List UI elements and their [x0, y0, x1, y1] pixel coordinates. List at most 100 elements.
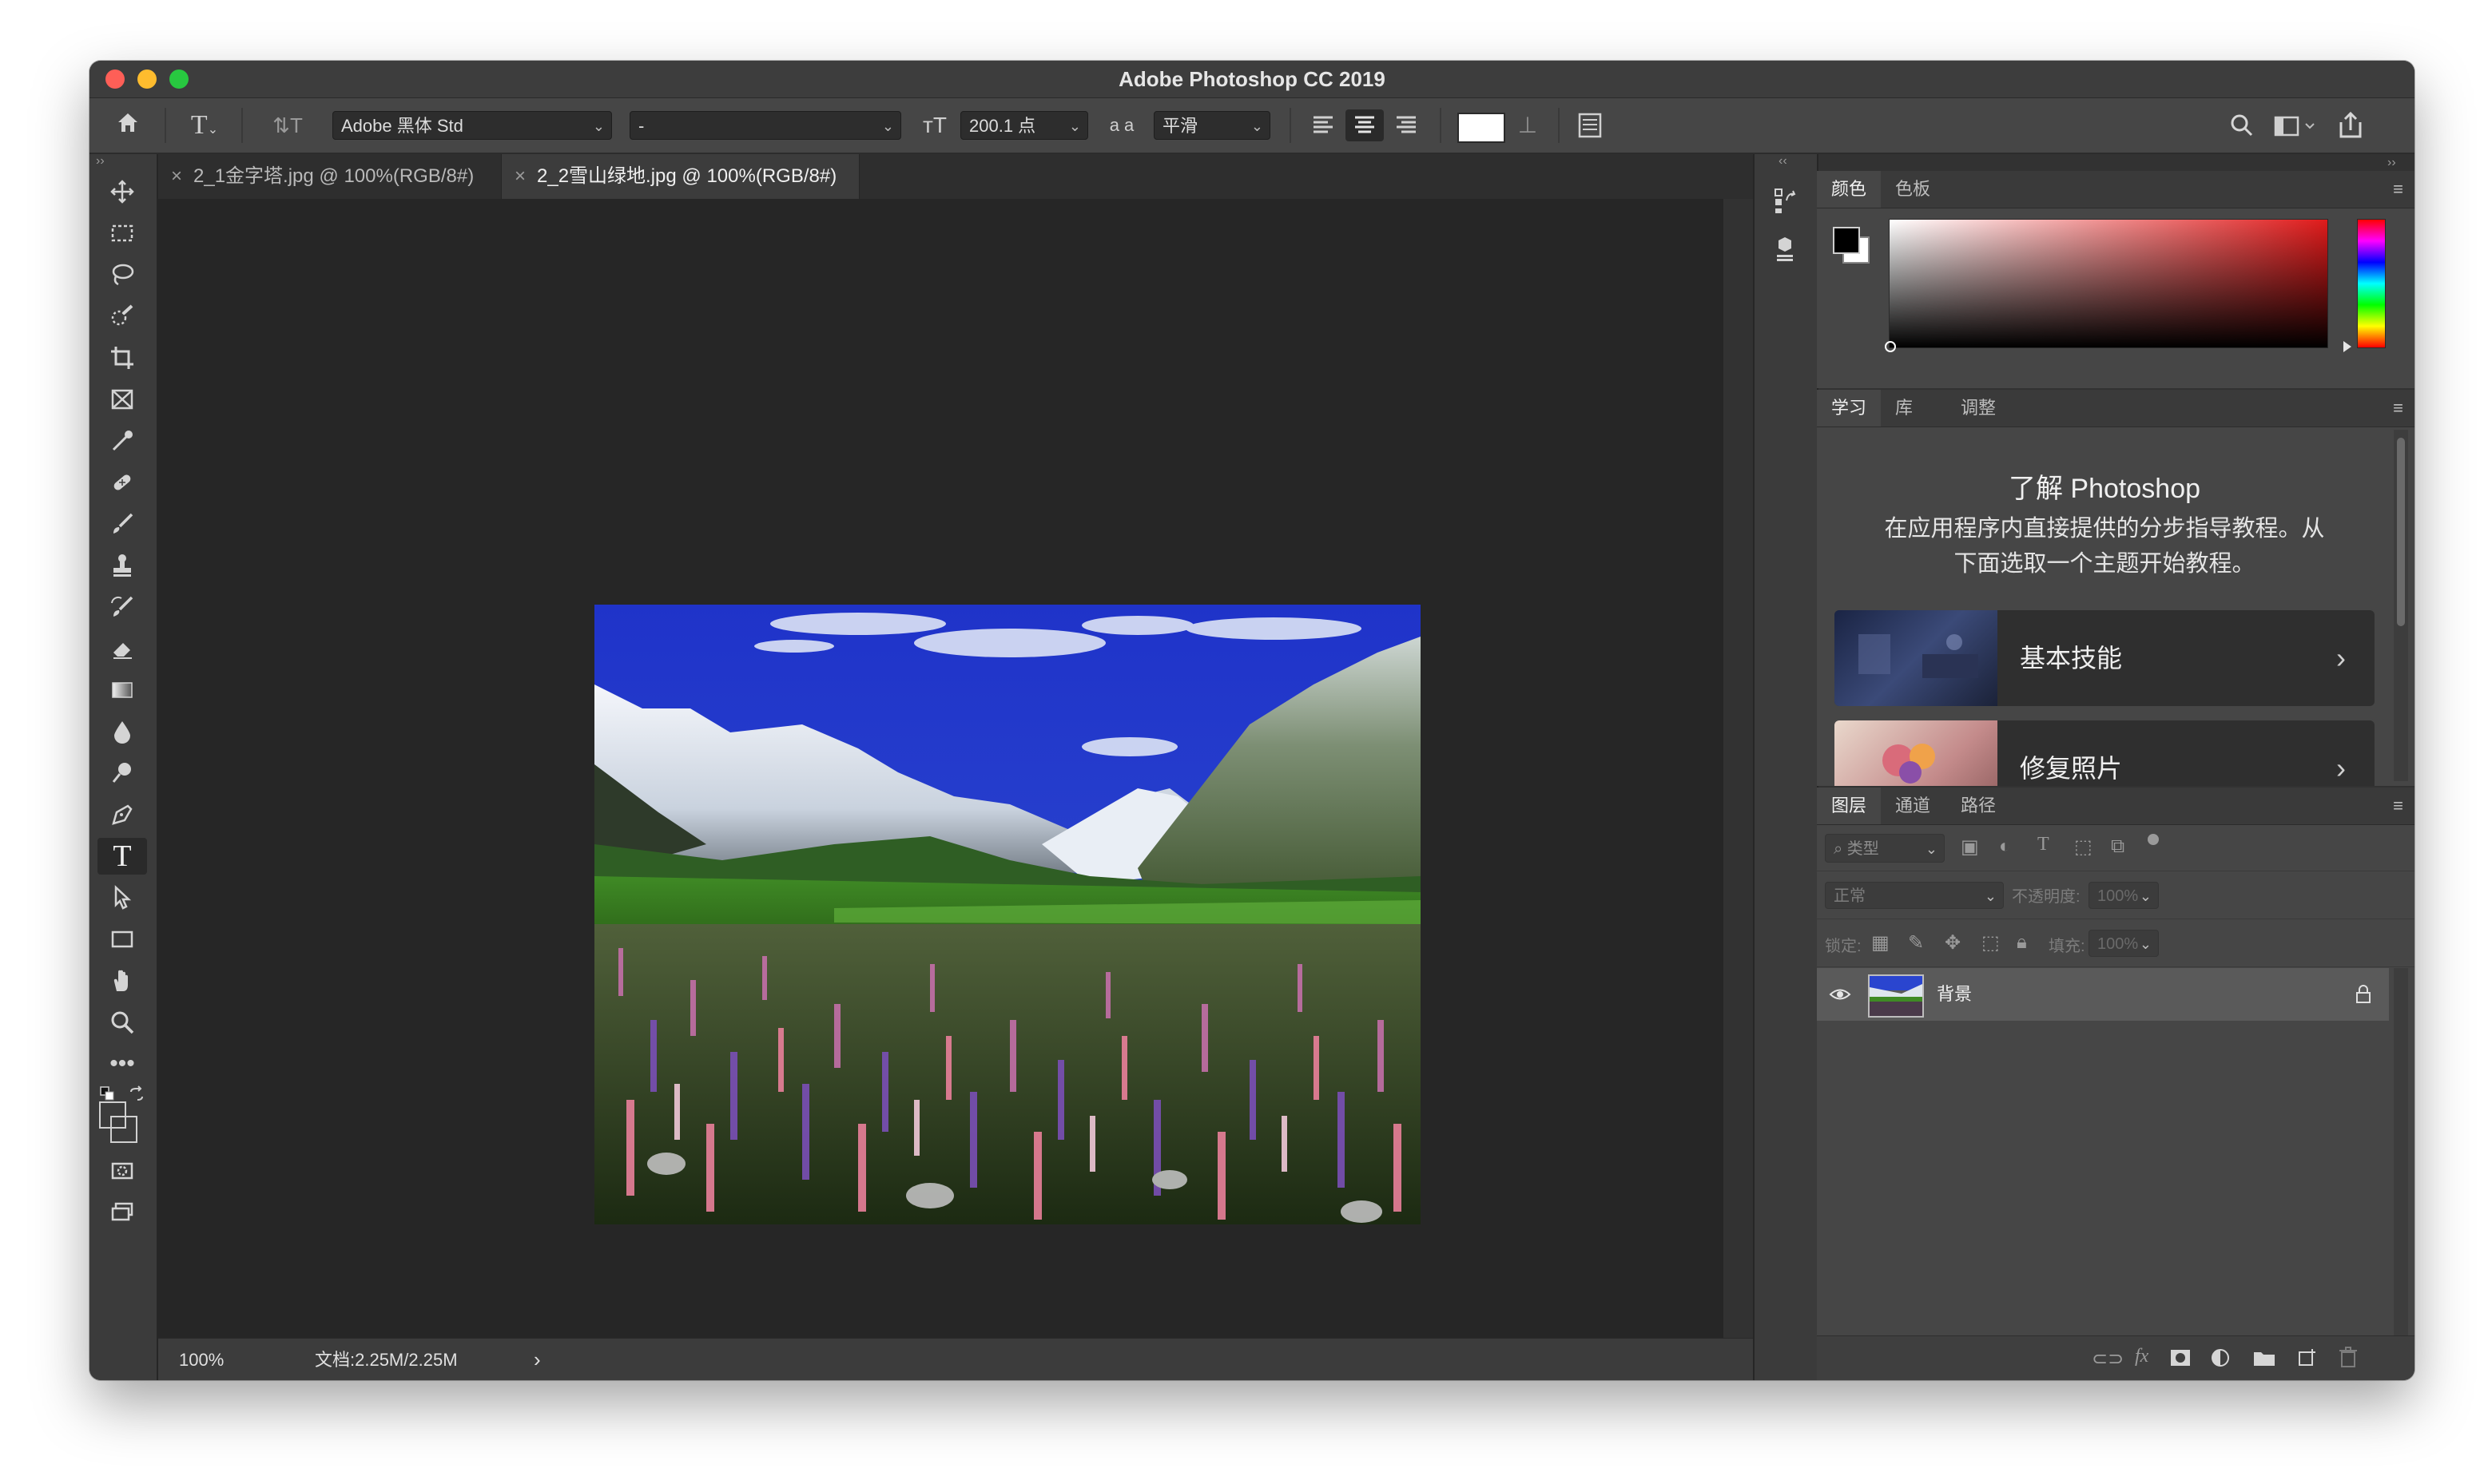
home-icon[interactable] — [110, 109, 145, 141]
learn-card-basic-skills[interactable]: 基本技能 › — [1834, 610, 2375, 706]
filter-toggle-icon[interactable] — [2148, 834, 2159, 845]
tab-document-2[interactable]: × 2_2雪山绿地.jpg @ 100%(RGB/8#) — [502, 154, 860, 199]
zoom-tool-icon[interactable] — [97, 1004, 147, 1041]
antialias-select[interactable]: 平滑 ⌄ — [1154, 111, 1270, 140]
color-picker-marker[interactable] — [1885, 341, 1896, 352]
layer-filter-select[interactable]: ⌕ 类型 ⌄ — [1825, 834, 1945, 863]
font-style-select[interactable]: - ⌄ — [630, 111, 901, 140]
gradient-tool-icon[interactable] — [97, 672, 147, 708]
tab-adjustments[interactable]: 调整 — [1946, 390, 2010, 427]
close-tab-icon[interactable]: × — [171, 165, 182, 187]
fill-input[interactable]: 100% ⌄ — [2089, 930, 2159, 957]
tab-color[interactable]: 颜色 — [1817, 171, 1882, 208]
new-layer-icon[interactable] — [2296, 1347, 2317, 1368]
font-size-select[interactable]: 200.1 点 ⌄ — [960, 111, 1088, 140]
panel-menu-icon[interactable]: ≡ — [2393, 398, 2403, 419]
filter-pixel-icon[interactable]: ▣ — [1961, 835, 1979, 859]
zoom-level[interactable]: 100% — [179, 1339, 224, 1380]
tab-learn[interactable]: 学习 — [1817, 390, 1882, 427]
text-color-swatch[interactable] — [1457, 113, 1505, 143]
tab-document-1[interactable]: × 2_1金字塔.jpg @ 100%(RGB/8#) — [158, 154, 502, 199]
collapse-panels-icon[interactable]: ›› — [2387, 156, 2396, 170]
search-icon[interactable] — [2224, 109, 2259, 141]
history-brush-tool-icon[interactable] — [97, 589, 147, 625]
dodge-tool-icon[interactable] — [97, 755, 147, 792]
close-tab-icon[interactable]: × — [515, 165, 526, 187]
lock-all-icon[interactable]: 🔒︎ — [2017, 931, 2027, 954]
filter-shape-icon[interactable]: ⬚ — [2074, 835, 2092, 859]
workspace-icon[interactable] — [2271, 109, 2319, 141]
history-panel-icon[interactable] — [1767, 183, 1802, 218]
document-image[interactable] — [594, 605, 1421, 1224]
layers-scrollbar[interactable] — [2394, 968, 2408, 1335]
crop-tool-icon[interactable] — [97, 339, 147, 376]
canvas-area[interactable] — [158, 199, 1723, 1338]
color-panel-foreground-swatch[interactable] — [1833, 227, 1860, 254]
learn-scrollbar-thumb[interactable] — [2397, 438, 2405, 626]
learn-card-fix-photo[interactable]: 修复照片 › — [1834, 720, 2375, 786]
trash-icon[interactable] — [2338, 1346, 2359, 1368]
warp-text-icon[interactable]: ⊥ — [1510, 109, 1545, 141]
panel-menu-icon[interactable]: ≡ — [2393, 179, 2403, 200]
align-left-icon[interactable] — [1304, 109, 1342, 141]
vertical-scrollbar[interactable] — [1723, 199, 1754, 1338]
opacity-input[interactable]: 100% ⌄ — [2089, 882, 2159, 909]
quick-select-tool-icon[interactable] — [97, 298, 147, 335]
font-family-select[interactable]: Adobe 黑体 Std ⌄ — [332, 111, 612, 140]
collapse-dock-icon[interactable]: ‹‹ — [1779, 154, 1787, 169]
link-icon[interactable]: ⊂⊃ — [2092, 1347, 2124, 1371]
layer-row[interactable]: 背景 — [1817, 968, 2389, 1021]
fx-icon[interactable]: fx — [2135, 1346, 2148, 1367]
path-selection-tool-icon[interactable] — [97, 879, 147, 916]
swap-colors-icon[interactable] — [128, 1085, 145, 1107]
text-orientation-icon[interactable]: ⇅T — [272, 109, 304, 141]
type-tool-preset-icon[interactable]: T⌄ — [181, 109, 229, 141]
align-right-icon[interactable] — [1387, 109, 1425, 141]
tab-layers[interactable]: 图层 — [1817, 788, 1882, 824]
brush-tool-icon[interactable] — [97, 506, 147, 542]
lock-position-icon[interactable]: ✥ — [1945, 931, 1961, 954]
adjustment-layer-icon[interactable] — [2210, 1347, 2231, 1368]
lasso-tool-icon[interactable] — [97, 256, 147, 293]
quick-mask-icon[interactable] — [97, 1153, 147, 1189]
type-tool-icon[interactable]: T — [97, 838, 147, 875]
tab-channels[interactable]: 通道 — [1881, 788, 1945, 824]
color-field[interactable] — [1885, 219, 2328, 352]
align-center-icon[interactable] — [1345, 109, 1384, 141]
lock-artboard-icon[interactable]: ⬚ — [1981, 931, 2000, 954]
pen-tool-icon[interactable] — [97, 796, 147, 833]
character-panel-icon[interactable] — [1572, 109, 1608, 141]
tab-libraries[interactable]: 库 — [1881, 390, 1927, 427]
healing-brush-tool-icon[interactable] — [97, 464, 147, 501]
share-icon[interactable] — [2333, 108, 2368, 143]
frame-tool-icon[interactable] — [97, 381, 147, 418]
lock-pixels-icon[interactable]: ✎ — [1908, 931, 1924, 954]
marquee-tool-icon[interactable] — [97, 215, 147, 252]
blur-tool-icon[interactable] — [97, 713, 147, 750]
move-tool-icon[interactable] — [97, 173, 147, 210]
blend-mode-select[interactable]: 正常 ⌄ — [1825, 882, 2004, 909]
status-menu-arrow[interactable]: › — [534, 1339, 541, 1380]
new-group-icon[interactable] — [2253, 1349, 2275, 1367]
edit-toolbar-icon[interactable]: ••• — [97, 1046, 147, 1082]
collapse-toolbar-icon[interactable]: ›› — [96, 154, 105, 169]
hue-slider-handle[interactable] — [2343, 341, 2351, 352]
lock-transparent-icon[interactable]: ▦ — [1871, 931, 1890, 954]
tab-swatches[interactable]: 色板 — [1881, 171, 1945, 208]
panel-menu-icon[interactable]: ≡ — [2393, 796, 2403, 816]
filter-type-icon[interactable]: T — [2037, 834, 2049, 855]
clone-stamp-tool-icon[interactable] — [97, 547, 147, 584]
filter-smart-object-icon[interactable]: ⧉ — [2111, 835, 2124, 858]
eyedropper-tool-icon[interactable] — [97, 423, 147, 459]
tab-paths[interactable]: 路径 — [1946, 788, 2010, 824]
learn-scrollbar[interactable] — [2394, 430, 2408, 781]
properties-panel-icon[interactable] — [1767, 231, 1802, 266]
foreground-color-swatch[interactable] — [99, 1101, 126, 1129]
screen-mode-icon[interactable] — [97, 1194, 147, 1231]
add-mask-icon[interactable] — [2170, 1349, 2191, 1367]
hand-tool-icon[interactable] — [97, 962, 147, 999]
hue-slider[interactable] — [2343, 219, 2386, 352]
visibility-eye-icon[interactable] — [1828, 982, 1852, 1006]
filter-adjustment-icon[interactable]: ◐ — [1999, 835, 2011, 858]
eraser-tool-icon[interactable] — [97, 630, 147, 667]
